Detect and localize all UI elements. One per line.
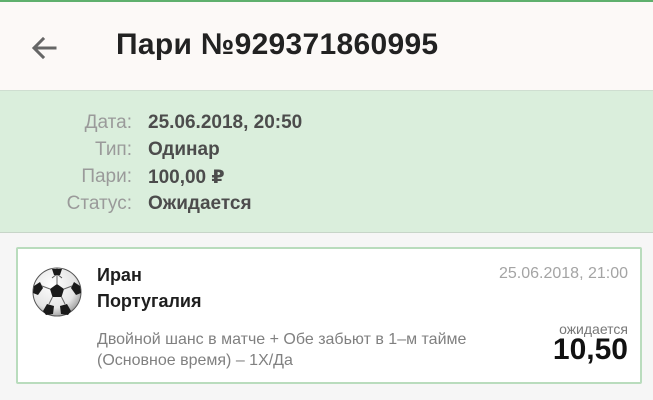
bet-summary-panel: Дата: 25.06.2018, 20:50 Тип: Одинар Пари… [0,90,653,233]
app-bar: Пари №929371860995 [0,0,653,90]
summary-value: 25.06.2018, 20:50 [148,112,303,133]
back-button[interactable] [26,30,62,66]
team-away: Португалия [97,291,202,311]
arrow-left-icon [31,36,57,60]
soccer-ball-icon [31,266,83,318]
team-home: Иран [97,265,142,285]
summary-value: Одинар [148,139,220,160]
summary-label: Тип: [95,139,132,160]
summary-label: Пари: [81,166,132,187]
summary-value: 100,00 ₽ [148,167,225,188]
summary-value: Ожидается [148,193,252,214]
summary-row-type: Тип: Одинар [0,139,653,165]
summary-row-stake: Пари: 100,00 ₽ [0,166,653,192]
bet-coefficient: 10,50 [552,333,628,366]
event-datetime: 25.06.2018, 21:00 [498,265,628,282]
summary-label: Дата: [84,112,132,133]
page-title: Пари №929371860995 [116,28,439,61]
bet-description: Двойной шанс в матче + Обе забьют в 1–м … [97,331,467,369]
bet-event-card[interactable]: Иран Португалия 25.06.2018, 21:00 Двойно… [16,247,642,384]
summary-label: Статус: [66,193,132,214]
summary-row-date: Дата: 25.06.2018, 20:50 [0,112,653,138]
summary-row-status: Статус: Ожидается [0,193,653,219]
